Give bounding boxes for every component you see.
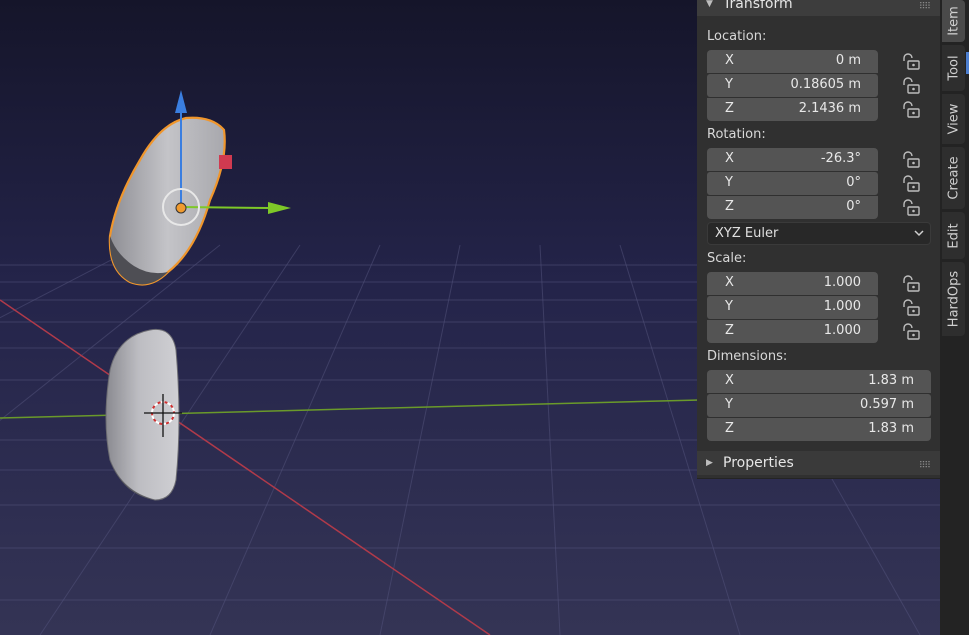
- dimensions-y-field[interactable]: Y 0.597 m: [707, 394, 931, 417]
- field-value: 0°: [846, 175, 861, 190]
- gizmo-x-handle: [219, 155, 232, 169]
- axis-label: Z: [725, 101, 734, 116]
- tab-label: View: [946, 103, 961, 135]
- tab-view[interactable]: View: [942, 94, 965, 144]
- lock-location-y-icon[interactable]: [901, 77, 921, 95]
- scale-label: Scale:: [707, 251, 747, 266]
- tab-label: HardOps: [946, 270, 961, 328]
- lock-location-x-icon[interactable]: [901, 53, 921, 71]
- field-value: 0°: [846, 199, 861, 214]
- unselected-object[interactable]: [105, 328, 180, 501]
- field-value: 1.83 m: [868, 421, 914, 436]
- sidebar-panel: ▼ Transform ⠿⠿ Location: X 0 m Y 0.18605…: [697, 0, 940, 479]
- scale-y-field[interactable]: Y 1.000: [707, 296, 878, 319]
- transform-title: Transform: [723, 0, 793, 12]
- location-label: Location:: [707, 29, 767, 44]
- rotation-label: Rotation:: [707, 127, 766, 142]
- lock-location-z-icon[interactable]: [901, 101, 921, 119]
- rotation-x-field[interactable]: X -26.3°: [707, 148, 878, 171]
- axis-label: X: [725, 53, 734, 68]
- tab-item[interactable]: Item: [942, 0, 965, 42]
- field-value: 1.000: [823, 275, 861, 290]
- tab-tool[interactable]: Tool: [942, 45, 965, 91]
- lock-scale-z-icon[interactable]: [901, 323, 921, 341]
- drag-grip-icon[interactable]: ⠿⠿: [919, 454, 931, 478]
- tab-edit[interactable]: Edit: [942, 212, 965, 259]
- field-value: 1.000: [823, 299, 861, 314]
- axis-label: X: [725, 151, 734, 166]
- axis-label: Y: [725, 299, 733, 314]
- field-value: 0.18605 m: [790, 77, 861, 92]
- rotation-z-field[interactable]: Z 0°: [707, 196, 878, 219]
- rotation-mode-dropdown[interactable]: XYZ Euler: [707, 222, 931, 245]
- field-value: 0 m: [835, 53, 861, 68]
- field-value: 1.000: [823, 323, 861, 338]
- dimensions-label: Dimensions:: [707, 349, 788, 364]
- rotation-mode-value: XYZ Euler: [715, 226, 779, 241]
- tab-label: Tool: [946, 55, 961, 81]
- lock-scale-x-icon[interactable]: [901, 275, 921, 293]
- collapse-triangle-icon: ▼: [706, 0, 713, 9]
- lock-rotation-y-icon[interactable]: [901, 175, 921, 193]
- field-value: 1.83 m: [868, 373, 914, 388]
- axis-label: X: [725, 373, 734, 388]
- lock-rotation-z-icon[interactable]: [901, 199, 921, 217]
- properties-title: Properties: [723, 455, 794, 471]
- lock-rotation-x-icon[interactable]: [901, 151, 921, 169]
- gizmo-y-arrow: [180, 206, 271, 209]
- lock-scale-y-icon[interactable]: [901, 299, 921, 317]
- scale-x-field[interactable]: X 1.000: [707, 272, 878, 295]
- axis-label: X: [725, 275, 734, 290]
- tab-label: Create: [946, 156, 961, 200]
- axis-label: Z: [725, 421, 734, 436]
- axis-label: Y: [725, 175, 733, 190]
- location-x-field[interactable]: X 0 m: [707, 50, 878, 73]
- axis-label: Z: [725, 199, 734, 214]
- axis-label: Y: [725, 397, 733, 412]
- location-y-field[interactable]: Y 0.18605 m: [707, 74, 878, 97]
- axis-label: Z: [725, 323, 734, 338]
- sidebar-tabs: Item Tool View Create Edit HardOps: [940, 0, 969, 635]
- scale-z-field[interactable]: Z 1.000: [707, 320, 878, 343]
- drag-grip-icon[interactable]: ⠿⠿: [919, 0, 931, 19]
- field-value: 0.597 m: [859, 397, 914, 412]
- location-z-field[interactable]: Z 2.1436 m: [707, 98, 878, 121]
- transform-panel-header[interactable]: ▼ Transform ⠿⠿: [697, 0, 940, 16]
- rotation-y-field[interactable]: Y 0°: [707, 172, 878, 195]
- tab-create[interactable]: Create: [942, 147, 965, 209]
- expand-triangle-icon: ▶: [706, 458, 713, 468]
- properties-panel-header[interactable]: ▶ Properties ⠿⠿: [697, 451, 940, 475]
- object-origin: [175, 202, 187, 214]
- dimensions-x-field[interactable]: X 1.83 m: [707, 370, 931, 393]
- axis-label: Y: [725, 77, 733, 92]
- tab-hardops[interactable]: HardOps: [942, 262, 965, 336]
- tab-label: Item: [946, 6, 961, 36]
- field-value: -26.3°: [820, 151, 861, 166]
- field-value: 2.1436 m: [798, 101, 861, 116]
- tab-label: Edit: [946, 222, 961, 249]
- dimensions-z-field[interactable]: Z 1.83 m: [707, 418, 931, 441]
- chevron-down-icon: [914, 230, 924, 237]
